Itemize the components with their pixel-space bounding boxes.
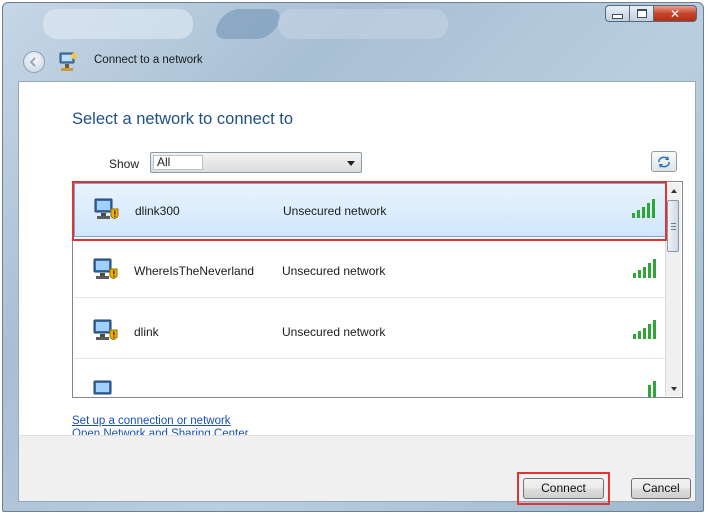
network-list[interactable]: dlink300 Unsecured network WhereIsTheNev… [72, 181, 683, 398]
arrow-up-icon [670, 188, 677, 193]
grip-line [671, 226, 676, 227]
network-status: Unsecured network [282, 325, 386, 339]
network-item-dlink300[interactable]: dlink300 Unsecured network [74, 183, 667, 237]
close-icon: ✕ [669, 6, 681, 21]
refresh-icon [658, 155, 670, 168]
chevron-down-icon [347, 161, 355, 166]
grip-line [671, 223, 676, 224]
cancel-button[interactable]: Cancel [631, 478, 691, 499]
network-name: WhereIsTheNeverland [134, 264, 255, 278]
minimize-icon [612, 14, 623, 19]
maximize-button[interactable] [629, 5, 653, 22]
caption-buttons: ✕ [605, 5, 697, 22]
background-blur [43, 9, 193, 39]
network-item-dlink[interactable]: dlink Unsecured network [74, 305, 667, 359]
network-item-whereistheneverland[interactable]: WhereIsTheNeverland Unsecured network [74, 244, 667, 298]
back-arrow-icon [29, 57, 36, 67]
background-blur [211, 9, 285, 39]
signal-strength-icon [632, 379, 658, 397]
network-list-scrollbar[interactable] [665, 183, 681, 396]
network-status: Unsecured network [283, 204, 387, 218]
setup-connection-link[interactable]: Set up a connection or network [72, 415, 248, 428]
show-label: Show [109, 157, 140, 171]
grip-line [671, 229, 676, 230]
signal-strength-icon [631, 197, 657, 223]
background-blur [278, 9, 448, 39]
arrow-down-icon [670, 386, 677, 391]
signal-strength-icon [632, 257, 658, 283]
content-area: Select a network to connect to Show All [18, 81, 696, 440]
scroll-up-button[interactable] [666, 183, 681, 198]
connect-button[interactable]: Connect [523, 478, 604, 499]
page-title: Select a network to connect to [72, 110, 294, 128]
show-filter-value: All [153, 155, 203, 170]
window-title: Connect to a network [94, 54, 203, 66]
footer-bar: Connect Cancel [18, 435, 696, 505]
network-name: dlink [134, 325, 159, 339]
back-button[interactable] [23, 51, 45, 73]
maximize-icon [636, 9, 647, 18]
connect-to-network-window: ✕ Connect to a network Select a network … [2, 2, 704, 512]
scroll-thumb[interactable] [667, 200, 679, 252]
unsecured-network-icon [93, 197, 119, 227]
show-filter-dropdown[interactable]: All [150, 152, 362, 173]
close-button[interactable]: ✕ [653, 5, 697, 22]
signal-strength-icon [632, 318, 658, 344]
unsecured-network-icon [92, 318, 118, 348]
unsecured-network-icon [92, 257, 118, 287]
network-wizard-icon [56, 50, 80, 78]
refresh-button[interactable] [651, 151, 677, 172]
scroll-down-button[interactable] [666, 381, 681, 396]
unsecured-network-icon [92, 379, 118, 397]
network-item-partial[interactable] [74, 366, 667, 397]
minimize-button[interactable] [605, 5, 629, 22]
network-status: Unsecured network [282, 264, 386, 278]
network-name: dlink300 [135, 204, 180, 218]
